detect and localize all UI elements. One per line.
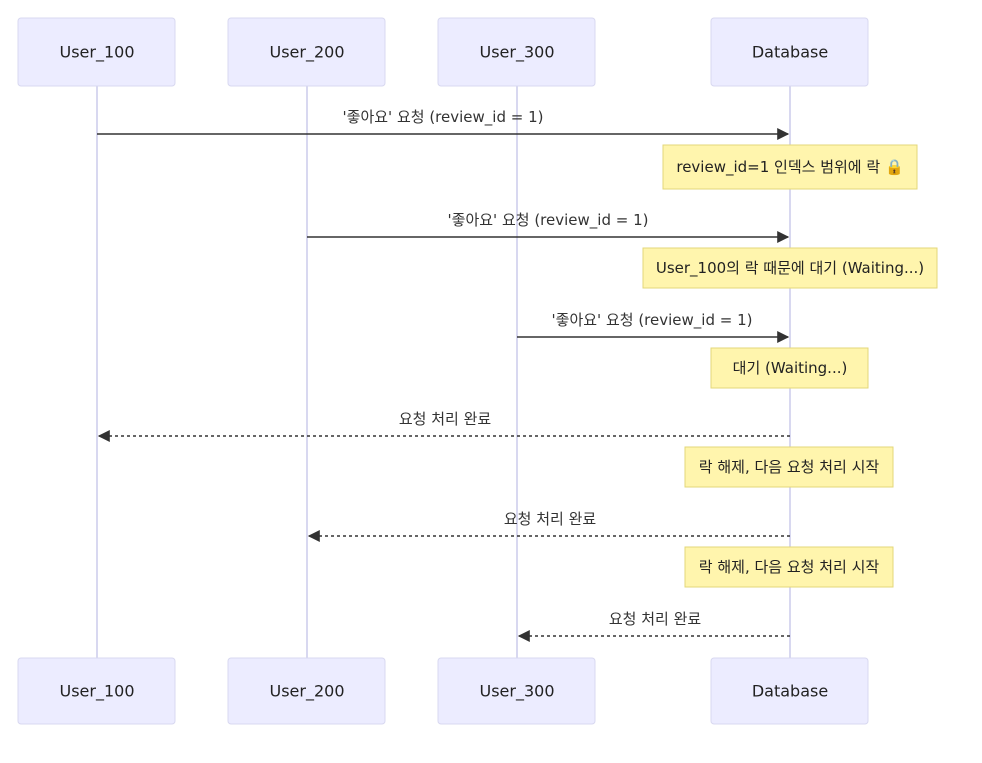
- actor-bottom-user-200: User_200: [227, 657, 386, 725]
- actor-label: User_200: [269, 682, 344, 702]
- actor-bottom-database: Database: [710, 657, 869, 725]
- actor-bottom-user-300: User_300: [437, 657, 596, 725]
- actor-label: User_100: [59, 43, 134, 63]
- actor-label: User_300: [479, 43, 554, 63]
- note-label: 대기 (Waiting...): [733, 359, 848, 377]
- actor-label: Database: [752, 43, 828, 62]
- actor-bottom-user-100: User_100: [17, 657, 176, 725]
- message-label: '좋아요' 요청 (review_id = 1): [552, 311, 753, 330]
- note-label: review_id=1 인덱스 범위에 락 🔒: [676, 158, 903, 177]
- message-label: '좋아요' 요청 (review_id = 1): [343, 108, 544, 127]
- note: 락 해제, 다음 요청 처리 시작: [684, 546, 894, 588]
- note-label: 락 해제, 다음 요청 처리 시작: [699, 458, 880, 476]
- note: 대기 (Waiting...): [710, 347, 869, 389]
- message-label: '좋아요' 요청 (review_id = 1): [448, 211, 649, 230]
- actor-top-user-200: User_200: [227, 17, 386, 87]
- note-label: User_100의 락 때문에 대기 (Waiting...): [656, 259, 924, 278]
- actor-label: Database: [752, 682, 828, 701]
- note: review_id=1 인덱스 범위에 락 🔒: [662, 144, 918, 190]
- actor-top-database: Database: [710, 17, 869, 87]
- actor-top-user-100: User_100: [17, 17, 176, 87]
- note: User_100의 락 때문에 대기 (Waiting...): [642, 247, 938, 289]
- actor-top-user-300: User_300: [437, 17, 596, 87]
- message-label: 요청 처리 완료: [504, 510, 597, 528]
- actor-label: User_200: [269, 43, 344, 63]
- message-label: 요청 처리 완료: [399, 410, 492, 428]
- actor-label: User_100: [59, 682, 134, 702]
- note-label: 락 해제, 다음 요청 처리 시작: [699, 558, 880, 576]
- note: 락 해제, 다음 요청 처리 시작: [684, 446, 894, 488]
- actor-label: User_300: [479, 682, 554, 702]
- sequence-diagram: User_100 User_200 User_300 Database '좋아요…: [17, 17, 938, 725]
- message-label: 요청 처리 완료: [609, 610, 702, 628]
